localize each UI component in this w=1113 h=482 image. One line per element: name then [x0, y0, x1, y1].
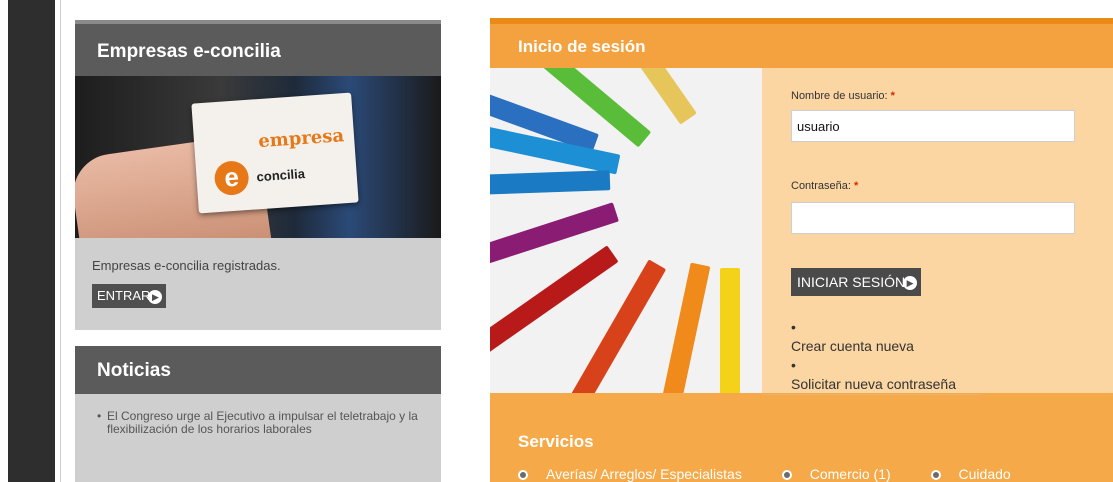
arrow-right-circle-icon: ▶: [148, 289, 163, 304]
news-list: El Congreso urge al Ejecutivo a impulsar…: [75, 394, 441, 436]
empresas-block: Empresas e-concilia empresa e concilia E…: [75, 20, 441, 330]
card-brand-word: empresa: [257, 125, 345, 153]
radio-dot-icon: [781, 470, 792, 480]
servicio-item[interactable]: Averías/ Arreglos/ Especialistas: [518, 466, 760, 482]
login-button-label: INICIAR SESIÓN: [797, 274, 906, 290]
login-links: • Crear cuenta nueva • Solicitar nueva c…: [791, 318, 956, 394]
noticias-title: Noticias: [75, 346, 441, 394]
reset-password-link[interactable]: • Solicitar nueva contraseña: [791, 356, 956, 394]
business-card: empresa e concilia: [191, 92, 359, 214]
servicio-item[interactable]: Comercio (1): [781, 466, 909, 482]
login-form: Nombre de usuario: * usuario Contraseña:…: [762, 68, 1113, 393]
servicios-title: Servicios: [518, 432, 594, 451]
username-input[interactable]: usuario: [791, 110, 1075, 142]
empresas-description: Empresas e-concilia registradas.: [92, 258, 281, 273]
empresas-banner-image: empresa e concilia: [75, 76, 441, 238]
radio-dot-icon: [518, 470, 528, 480]
empresas-top-strip: [75, 20, 441, 24]
news-item[interactable]: El Congreso urge al Ejecutivo a impulsar…: [97, 409, 421, 436]
card-brand-word-2: concilia: [256, 165, 306, 185]
pencils-image: [490, 68, 762, 393]
enter-button[interactable]: ENTRAR ▶: [92, 284, 167, 308]
left-divider: [60, 0, 61, 482]
login-panel: Inicio de sesión Nombre de usuario: * us…: [490, 18, 1113, 482]
servicio-item[interactable]: Cuidado: [930, 466, 1029, 482]
card-e-logo-icon: e: [213, 159, 250, 197]
login-divider: [762, 394, 982, 395]
empresas-title: Empresas e-concilia: [75, 24, 441, 76]
news-link[interactable]: El Congreso urge al Ejecutivo a impulsar…: [107, 409, 418, 436]
login-button[interactable]: INICIAR SESIÓN ▶: [791, 268, 922, 297]
login-title: Inicio de sesión: [490, 22, 1113, 68]
login-top-border: [490, 18, 1113, 24]
password-label: Contraseña: *: [791, 180, 859, 192]
noticias-block: Noticias El Congreso urge al Ejecutivo a…: [75, 346, 441, 482]
arrow-right-circle-icon: ▶: [903, 276, 918, 291]
username-label: Nombre de usuario: *: [791, 90, 895, 102]
create-account-link[interactable]: • Crear cuenta nueva: [791, 318, 956, 356]
servicios-list: Averías/ Arreglos/ Especialistas Comerci…: [518, 466, 1047, 482]
enter-button-label: ENTRAR: [97, 288, 151, 303]
radio-dot-icon: [930, 470, 941, 480]
left-dark-bar: [0, 0, 55, 482]
password-input[interactable]: [791, 202, 1075, 234]
